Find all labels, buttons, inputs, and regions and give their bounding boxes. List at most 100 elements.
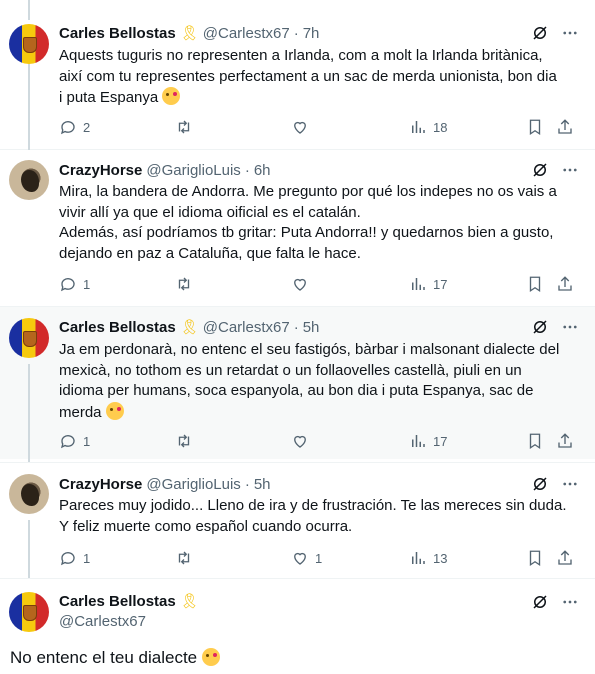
ribbon-icon: 🎗 bbox=[179, 24, 199, 42]
like-count: 1 bbox=[315, 550, 323, 566]
timestamp[interactable]: 7h bbox=[303, 25, 320, 42]
share-icon bbox=[558, 550, 572, 565]
timestamp[interactable]: 5h bbox=[254, 476, 271, 493]
reply-icon bbox=[60, 278, 75, 292]
author-handle[interactable]: @Carlestx67 bbox=[203, 319, 290, 336]
retweet-button[interactable] bbox=[175, 118, 199, 136]
reply-button[interactable]: 2 bbox=[59, 118, 90, 136]
like-button[interactable] bbox=[291, 432, 315, 450]
ribbon-icon: 🎗 bbox=[179, 318, 199, 336]
author-name[interactable]: Carles Bellostas bbox=[59, 25, 176, 42]
like-icon bbox=[294, 552, 306, 565]
share-button[interactable] bbox=[556, 275, 574, 293]
separator-dot: · bbox=[244, 475, 250, 493]
tweet-top-icons bbox=[531, 475, 581, 495]
thread-line bbox=[28, 62, 30, 150]
more-icon[interactable] bbox=[561, 593, 579, 611]
tweet-text: Ja em perdonarà, no entenc el seu fastig… bbox=[59, 340, 579, 423]
grok-icon[interactable] bbox=[531, 593, 549, 611]
bookmark-icon bbox=[529, 433, 541, 450]
divider bbox=[0, 149, 595, 150]
views-button[interactable]: 13 bbox=[409, 549, 447, 567]
tweet-header: Carles Bellostas 🎗 @Carlestx67 · 7h bbox=[59, 23, 319, 43]
more-icon[interactable] bbox=[561, 475, 579, 493]
tweet-top-icons bbox=[531, 24, 581, 44]
retweet-icon bbox=[178, 434, 190, 448]
author-name[interactable]: CrazyHorse bbox=[59, 162, 142, 179]
tweet-actions: 1 1 13 bbox=[59, 549, 579, 569]
views-icon bbox=[412, 121, 425, 133]
author-handle[interactable]: @Carlestx67 bbox=[203, 25, 290, 42]
timestamp[interactable]: 6h bbox=[254, 162, 271, 179]
reply-count: 1 bbox=[83, 550, 91, 566]
share-button[interactable] bbox=[556, 549, 574, 567]
bookmark-button[interactable] bbox=[526, 275, 544, 293]
kiss-emoji bbox=[105, 401, 124, 420]
timestamp[interactable]: 5h bbox=[303, 319, 320, 336]
grok-icon[interactable] bbox=[531, 161, 549, 179]
views-icon bbox=[412, 278, 425, 290]
reply-icon bbox=[60, 435, 75, 449]
avatar[interactable] bbox=[9, 592, 49, 632]
reply-button[interactable]: 1 bbox=[59, 432, 90, 450]
tweet-actions: 2 18 bbox=[59, 118, 579, 138]
views-button[interactable]: 17 bbox=[409, 275, 447, 293]
reply-button[interactable]: 1 bbox=[59, 549, 90, 567]
views-button[interactable]: 18 bbox=[409, 118, 447, 136]
author-handle[interactable]: @Carlestx67 bbox=[59, 613, 146, 630]
views-count: 17 bbox=[433, 433, 448, 449]
reply-count: 1 bbox=[83, 433, 91, 449]
reply-count: 1 bbox=[83, 276, 91, 292]
bookmark-button[interactable] bbox=[526, 432, 544, 450]
retweet-icon bbox=[178, 551, 190, 565]
tweet-text-body: Ja em perdonarà, no entenc el seu fastig… bbox=[59, 341, 560, 421]
divider bbox=[0, 578, 595, 579]
author-name[interactable]: Carles Bellostas bbox=[59, 593, 176, 610]
grok-icon[interactable] bbox=[531, 318, 549, 336]
tweet-text: Aquests tuguris no representen a Irlanda… bbox=[59, 46, 579, 109]
like-button[interactable] bbox=[291, 275, 315, 293]
author-name[interactable]: Carles Bellostas bbox=[59, 319, 176, 336]
divider bbox=[0, 462, 595, 463]
author-name[interactable]: CrazyHorse bbox=[59, 476, 142, 493]
author-handle[interactable]: @GariglioLuis bbox=[146, 162, 240, 179]
more-icon[interactable] bbox=[561, 161, 579, 179]
avatar[interactable] bbox=[9, 24, 49, 64]
like-icon bbox=[294, 278, 306, 291]
avatar[interactable] bbox=[9, 318, 49, 358]
bookmark-button[interactable] bbox=[526, 118, 544, 136]
tweet-top-icons bbox=[531, 593, 581, 613]
like-button[interactable]: 1 bbox=[291, 549, 322, 567]
share-button[interactable] bbox=[556, 432, 574, 450]
reply-button[interactable]: 1 bbox=[59, 275, 90, 293]
like-button[interactable] bbox=[291, 118, 315, 136]
retweet-button[interactable] bbox=[175, 432, 199, 450]
more-icon[interactable] bbox=[561, 318, 579, 336]
reply-count: 2 bbox=[83, 119, 91, 135]
thread-line bbox=[28, 364, 30, 462]
views-count: 18 bbox=[433, 119, 448, 135]
tweet-text: No entenc el teu dialecte bbox=[10, 648, 220, 668]
grok-icon[interactable] bbox=[531, 24, 549, 42]
views-count: 13 bbox=[433, 550, 448, 566]
avatar[interactable] bbox=[9, 474, 49, 514]
author-handle[interactable]: @GariglioLuis bbox=[146, 476, 240, 493]
bookmark-button[interactable] bbox=[526, 549, 544, 567]
tweet-actions: 1 17 bbox=[59, 432, 579, 452]
share-button[interactable] bbox=[556, 118, 574, 136]
tweet-actions: 1 17 bbox=[59, 275, 579, 295]
kiss-emoji bbox=[162, 87, 181, 105]
like-icon bbox=[294, 435, 306, 448]
retweet-button[interactable] bbox=[175, 275, 199, 293]
share-icon bbox=[558, 276, 572, 291]
divider bbox=[0, 306, 595, 307]
retweet-icon bbox=[178, 120, 190, 134]
views-button[interactable]: 17 bbox=[409, 432, 447, 450]
grok-icon[interactable] bbox=[531, 475, 549, 493]
views-count: 17 bbox=[433, 276, 448, 292]
separator-dot: · bbox=[293, 24, 299, 42]
more-icon[interactable] bbox=[561, 24, 579, 42]
avatar[interactable] bbox=[9, 160, 49, 200]
reply-icon bbox=[60, 121, 75, 135]
retweet-button[interactable] bbox=[175, 549, 199, 567]
